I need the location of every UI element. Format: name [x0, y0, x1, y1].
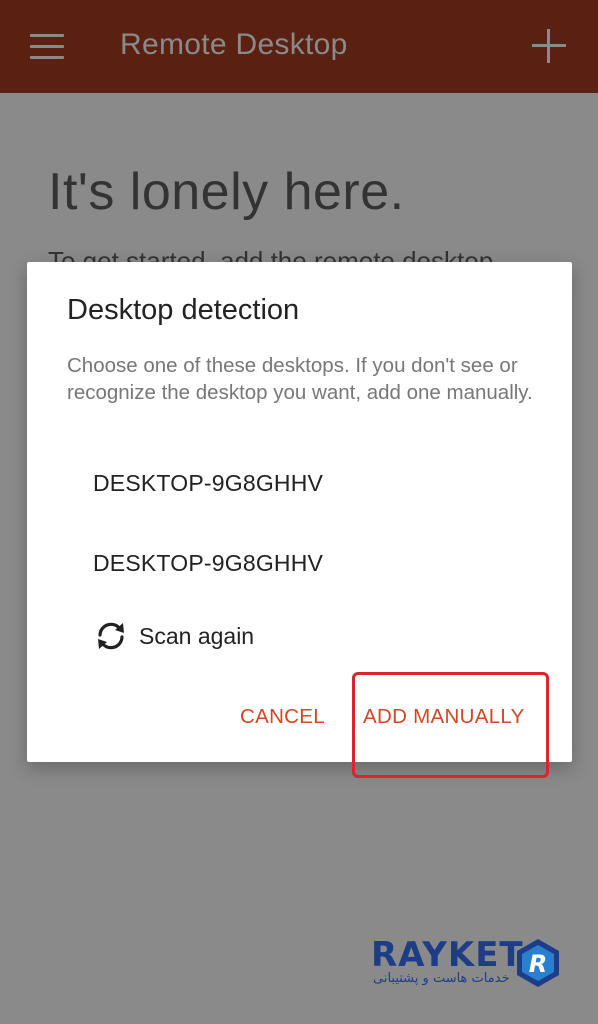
svg-text:R: R: [529, 950, 547, 978]
plus-icon[interactable]: [532, 29, 566, 63]
app-title: Remote Desktop: [120, 28, 348, 61]
app-bar: Remote Desktop: [0, 0, 598, 93]
logo-brand: RAYKET: [371, 935, 524, 975]
rayket-logo: RAYKET خدمات هاست و پشتیبانی R: [371, 935, 566, 995]
desktop-list-item[interactable]: DESKTOP-9G8GHHV: [93, 550, 323, 577]
logo-badge-icon: R: [517, 939, 559, 987]
dialog-title: Desktop detection: [67, 294, 300, 326]
logo-tagline: خدمات هاست و پشتیبانی: [373, 971, 510, 986]
scan-again-button[interactable]: Scan again: [93, 618, 254, 654]
cancel-button[interactable]: CANCEL: [240, 705, 325, 729]
highlight-box: [352, 672, 549, 778]
empty-state-heading: It's lonely here.: [48, 163, 405, 221]
desktop-list-item[interactable]: DESKTOP-9G8GHHV: [93, 470, 323, 497]
hamburger-menu-icon[interactable]: [30, 34, 64, 60]
refresh-icon: [93, 618, 129, 654]
dialog-message: Choose one of these desktops. If you don…: [67, 354, 533, 404]
scan-again-label: Scan again: [139, 622, 255, 649]
